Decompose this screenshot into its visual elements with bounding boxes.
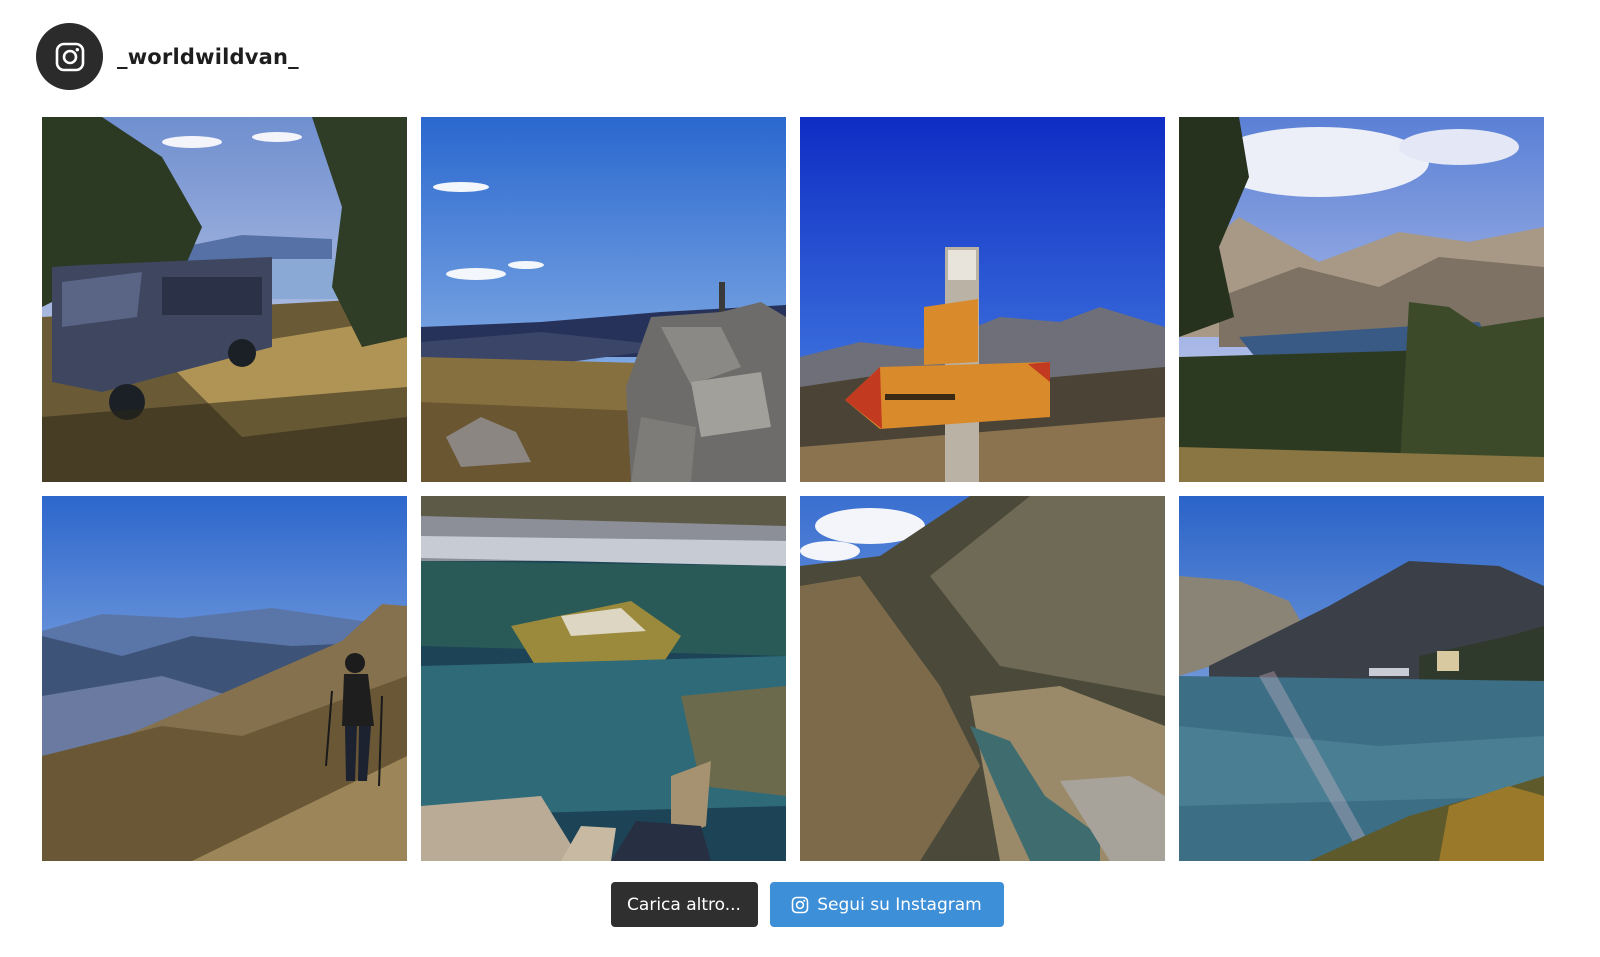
instagram-icon: [55, 42, 84, 71]
post-trail-signpost[interactable]: [800, 117, 1165, 482]
feed-header: _worldwildvan_: [36, 23, 299, 90]
photo-thumbnail: [1179, 117, 1544, 482]
photo-thumbnail: [42, 496, 407, 861]
post-river-pool[interactable]: [421, 496, 786, 861]
photo-thumbnail: [421, 496, 786, 861]
follow-button-label: Segui su Instagram: [817, 894, 982, 915]
post-stone-cairn[interactable]: [421, 117, 786, 482]
post-valley-river[interactable]: [800, 496, 1165, 861]
instagram-feed: _worldwildvan_ Carica altro... Segui su …: [0, 0, 1600, 957]
photo-thumbnail: [1179, 496, 1544, 861]
post-hiker-ridge[interactable]: [42, 496, 407, 861]
instagram-icon: [791, 896, 809, 913]
post-reservoir-dam[interactable]: [1179, 496, 1544, 861]
photo-thumbnail: [800, 117, 1165, 482]
post-mountain-lake-view[interactable]: [1179, 117, 1544, 482]
photo-thumbnail: [421, 117, 786, 482]
load-more-button[interactable]: Carica altro...: [610, 882, 758, 927]
post-van-by-lake[interactable]: [42, 117, 407, 482]
photo-thumbnail: [42, 117, 407, 482]
follow-instagram-button[interactable]: Segui su Instagram: [769, 882, 1004, 927]
posts-grid: [42, 117, 1550, 861]
feed-actions: Carica altro... Segui su Instagram: [0, 882, 1600, 927]
photo-thumbnail: [800, 496, 1165, 861]
profile-avatar[interactable]: [36, 23, 103, 90]
profile-username[interactable]: _worldwildvan_: [117, 45, 299, 69]
